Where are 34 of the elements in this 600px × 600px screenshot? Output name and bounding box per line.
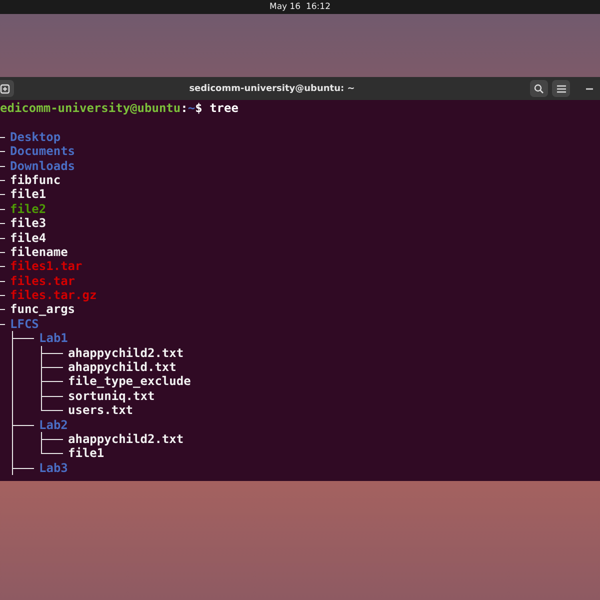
- new-tab-button[interactable]: [0, 80, 14, 97]
- file-name: file1: [68, 446, 104, 461]
- folder-name: Downloads: [10, 158, 76, 173]
- file-name: files.tar.gz: [10, 288, 97, 302]
- file-name: fibfunc: [10, 172, 61, 188]
- file-name: file4: [10, 230, 46, 245]
- file-name: file1: [10, 187, 46, 202]
- folder-name: Desktop: [10, 130, 61, 144]
- file-name: file2: [10, 202, 46, 216]
- folder-name: LFCS: [10, 316, 39, 332]
- file-name: files.tar: [10, 274, 76, 288]
- minimize-icon: [586, 88, 592, 90]
- folder-name: Lab2: [39, 418, 68, 432]
- folder-name: Documents: [10, 144, 76, 159]
- file-name: ahappychild2.txt: [68, 346, 184, 360]
- file-name: filename: [10, 244, 68, 260]
- clock[interactable]: May 16 16:12: [270, 2, 330, 12]
- file-name: users.txt: [68, 403, 134, 418]
- menu-button[interactable]: [552, 80, 570, 97]
- file-name: ahappychild.txt: [68, 360, 176, 374]
- file-name: file3: [10, 216, 46, 231]
- new-tab-icon: [0, 84, 10, 94]
- menu-icon: [556, 84, 566, 92]
- file-name: ahappychild2.txt: [68, 432, 184, 446]
- folder-name: Lab1: [39, 331, 68, 346]
- search-button[interactable]: [530, 80, 548, 97]
- file-name: func_args: [10, 302, 76, 317]
- prompt-line: edicomm-university@ubuntu:~$ tree: [0, 101, 238, 116]
- search-icon: [534, 84, 544, 94]
- file-name: file_type_exclude: [68, 374, 191, 389]
- window-title: sedicomm-university@ubuntu: ~: [188, 84, 356, 94]
- folder-name: Lab3: [39, 460, 68, 476]
- file-name: files1.tar: [10, 259, 82, 274]
- file-name: sortuniq.txt: [68, 388, 155, 404]
